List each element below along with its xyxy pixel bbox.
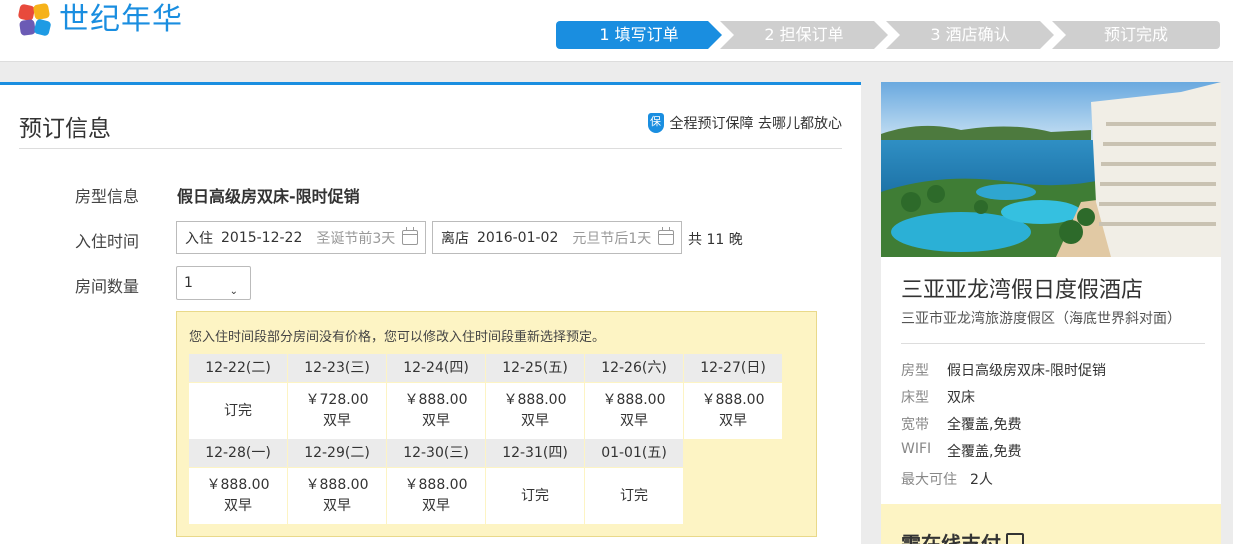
detail-value: 全覆盖,免费 <box>947 444 1022 460</box>
detail-key: 最大可住 <box>901 472 957 488</box>
calendar-price: ￥888.00 <box>503 392 567 408</box>
payment-title: 需在线支付 <box>901 532 1001 544</box>
step-hotel-confirm: 3 酒店确认 <box>886 21 1054 49</box>
online-payment-box: 需在线支付 <box>881 504 1221 544</box>
calendar-price-cell: ￥888.00 双早 <box>387 383 485 439</box>
room-type-label: 房型信息 <box>75 187 140 206</box>
price-calendar-notice: 您入住时间段部分房间没有价格，您可以修改入住时间段重新选择预定。 12-22(二… <box>176 311 817 537</box>
calendar-meal: 双早 <box>422 413 450 429</box>
calendar-date-header: 12-25(五) <box>486 354 584 382</box>
calendar-price: 订完 <box>224 402 252 419</box>
calendar-price-cell: 订完 <box>486 468 584 524</box>
chevron-down-icon: ⌄ <box>229 286 238 297</box>
hotel-address: 三亚市亚龙湾旅游度假区（海底世界斜对面） <box>901 311 1181 327</box>
checkin-label: 入住时间 <box>75 232 140 251</box>
brand-logo[interactable]: 世纪年华 <box>17 3 183 37</box>
checkout-date: 2016-01-02 <box>477 229 559 246</box>
checkout-date-field[interactable]: 离店 2016-01-02 元旦节后1天 <box>432 221 682 254</box>
calendar-price: ￥888.00 <box>305 477 369 493</box>
calendar-price: ￥888.00 <box>404 392 468 408</box>
detail-key: 宽带 <box>901 417 929 433</box>
booking-progress-steps: 1 填写订单 2 担保订单 3 酒店确认 预订完成 <box>556 21 1220 49</box>
rooms-select-value: 1 <box>184 275 193 291</box>
calendar-price-cell: ￥888.00 双早 <box>684 383 782 439</box>
detail-key: 床型 <box>901 390 929 406</box>
brand-name: 世纪年华 <box>59 2 183 37</box>
hotel-detail-wifi: WIFI 全覆盖,免费 <box>901 441 1021 461</box>
hotel-detail-max-occupancy: 最大可住 2人 <box>901 469 993 489</box>
checkout-prefix: 离店 <box>441 230 469 247</box>
calendar-meal: 双早 <box>620 413 648 429</box>
top-header: 世纪年华 1 填写订单 2 担保订单 3 酒店确认 预订完成 <box>0 0 1233 62</box>
hotel-detail-bed-type: 床型 双床 <box>901 387 975 407</box>
booking-guarantee: 保 全程预订保障 去哪儿都放心 <box>647 113 842 133</box>
guarantee-text: 全程预订保障 去哪儿都放心 <box>669 116 842 132</box>
page-title: 预订信息 <box>19 116 111 142</box>
calendar-price: 订完 <box>620 487 648 504</box>
calendar-price-cell: ￥888.00 双早 <box>486 383 584 439</box>
calendar-meal: 双早 <box>719 413 747 429</box>
calendar-price-cell: ￥888.00 双早 <box>585 383 683 439</box>
calendar-meal: 双早 <box>521 413 549 429</box>
calendar-date-header: 12-22(二) <box>189 354 287 382</box>
room-type-value: 假日高级房双床-限时促销 <box>177 187 360 206</box>
detail-key: WIFI <box>901 441 932 457</box>
shield-icon: 保 <box>647 113 664 133</box>
nights-count: 共 11 晚 <box>688 232 743 248</box>
calendar-price-cell: ￥888.00 双早 <box>189 468 287 524</box>
calendar-price-cell: 订完 <box>189 383 287 439</box>
hotel-detail-room-type: 房型 假日高级房双床-限时促销 <box>901 360 1106 380</box>
calendar-price-cell: ￥888.00 双早 <box>288 468 386 524</box>
calendar-date-header: 12-31(四) <box>486 439 584 467</box>
checkin-prefix: 入住 <box>185 230 213 247</box>
calendar-price: ￥728.00 <box>305 392 369 408</box>
hotel-summary-panel: 三亚亚龙湾假日度假酒店 三亚市亚龙湾旅游度假区（海底世界斜对面） 房型 假日高级… <box>881 82 1221 544</box>
calendar-meal: 双早 <box>323 498 351 514</box>
checkin-date-field[interactable]: 入住 2015-12-22 圣诞节前3天 <box>176 221 426 254</box>
hotel-photo <box>881 82 1221 257</box>
calendar-meal: 双早 <box>224 498 252 514</box>
divider <box>19 148 842 149</box>
rooms-select[interactable]: 1 ⌄ <box>176 266 251 300</box>
checkout-hint: 元旦节后1天 <box>572 230 652 247</box>
step-fill-order: 1 填写订单 <box>556 21 722 49</box>
step-booking-complete: 预订完成 <box>1052 21 1220 49</box>
calendar-price: 订完 <box>521 487 549 504</box>
detail-value: 2人 <box>970 472 993 488</box>
checkin-date: 2015-12-22 <box>221 229 303 246</box>
detail-value: 全覆盖,免费 <box>947 417 1022 433</box>
calendar-icon[interactable] <box>402 227 418 245</box>
calendar-price: ￥888.00 <box>602 392 666 408</box>
notice-text: 您入住时间段部分房间没有价格，您可以修改入住时间段重新选择预定。 <box>189 330 606 345</box>
calendar-date-header: 12-26(六) <box>585 354 683 382</box>
calendar-meal: 双早 <box>323 413 351 429</box>
calendar-price-cell: ￥888.00 双早 <box>387 468 485 524</box>
calendar-date-header: 12-23(三) <box>288 354 386 382</box>
calendar-date-header: 12-24(四) <box>387 354 485 382</box>
detail-value: 假日高级房双床-限时促销 <box>947 363 1107 379</box>
calendar-price: ￥888.00 <box>404 477 468 493</box>
rooms-label: 房间数量 <box>75 277 140 296</box>
hotel-name: 三亚亚龙湾假日度假酒店 <box>901 278 1144 303</box>
calendar-price: ￥888.00 <box>206 477 270 493</box>
detail-value: 双床 <box>947 390 975 406</box>
calendar-date-header: 12-28(一) <box>189 439 287 467</box>
calendar-price-cell: ￥728.00 双早 <box>288 383 386 439</box>
divider <box>901 343 1205 344</box>
checkin-hint: 圣诞节前3天 <box>316 230 396 247</box>
calendar-meal: 双早 <box>422 498 450 514</box>
booking-info-panel: 预订信息 保 全程预订保障 去哪儿都放心 房型信息 假日高级房双床-限时促销 入… <box>0 82 861 544</box>
detail-key: 房型 <box>901 363 929 379</box>
calendar-icon[interactable] <box>658 227 674 245</box>
calendar-price: ￥888.00 <box>701 392 765 408</box>
calendar-date-header: 01-01(五) <box>585 439 683 467</box>
card-icon <box>1006 533 1024 544</box>
step-guarantee-order: 2 担保订单 <box>720 21 888 49</box>
calendar-price-cell: 订完 <box>585 468 683 524</box>
calendar-date-header: 12-27(日) <box>684 354 782 382</box>
logo-icon <box>17 2 52 37</box>
calendar-date-header: 12-30(三) <box>387 439 485 467</box>
hotel-detail-broadband: 宽带 全覆盖,免费 <box>901 414 1021 434</box>
calendar-date-header: 12-29(二) <box>288 439 386 467</box>
